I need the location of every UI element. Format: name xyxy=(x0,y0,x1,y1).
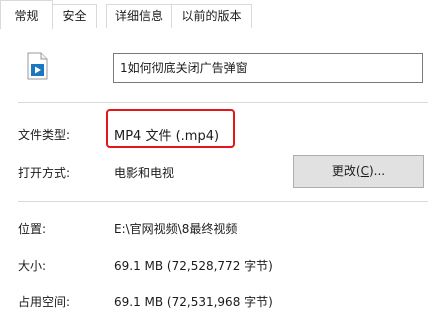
change-button[interactable]: 更改(C)... xyxy=(293,155,424,188)
separator xyxy=(18,201,428,202)
tab-previous-versions[interactable]: 以前的版本 xyxy=(171,4,252,28)
location-label: 位置: xyxy=(18,222,47,236)
change-button-prefix: 更改( xyxy=(331,164,361,178)
tab-details[interactable]: 详细信息 xyxy=(106,4,172,28)
open-with-value: 电影和电视 xyxy=(114,166,175,180)
size-on-disk-label: 占用空间: xyxy=(18,295,71,309)
tab-security[interactable]: 安全 xyxy=(52,4,97,28)
size-on-disk-value: 69.1 MB (72,531,968 字节) xyxy=(114,295,273,309)
file-name-input[interactable]: 1如何彻底关闭广告弹窗 xyxy=(113,53,423,83)
change-button-suffix: )... xyxy=(368,164,386,178)
open-with-label: 打开方式: xyxy=(18,166,71,180)
separator xyxy=(18,102,428,103)
change-button-accel: C xyxy=(360,164,369,178)
size-value: 69.1 MB (72,528,772 字节) xyxy=(114,259,273,273)
size-label: 大小: xyxy=(18,259,47,273)
video-file-icon xyxy=(24,52,50,80)
tab-strip: 常规 安全 详细信息 以前的版本 xyxy=(0,0,438,29)
file-type-label: 文件类型: xyxy=(18,128,71,142)
location-value: E:\官网视频\8最终视频 xyxy=(114,222,238,236)
tab-general[interactable]: 常规 xyxy=(0,0,53,29)
highlight-box xyxy=(106,109,235,148)
